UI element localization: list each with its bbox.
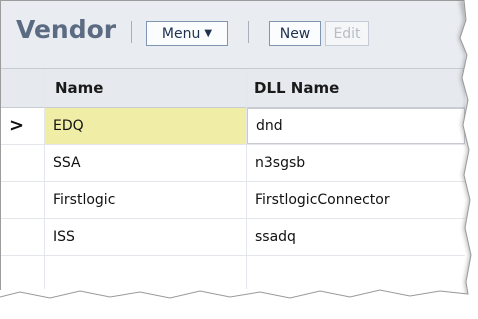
torn-edge-decoration	[0, 0, 478, 319]
